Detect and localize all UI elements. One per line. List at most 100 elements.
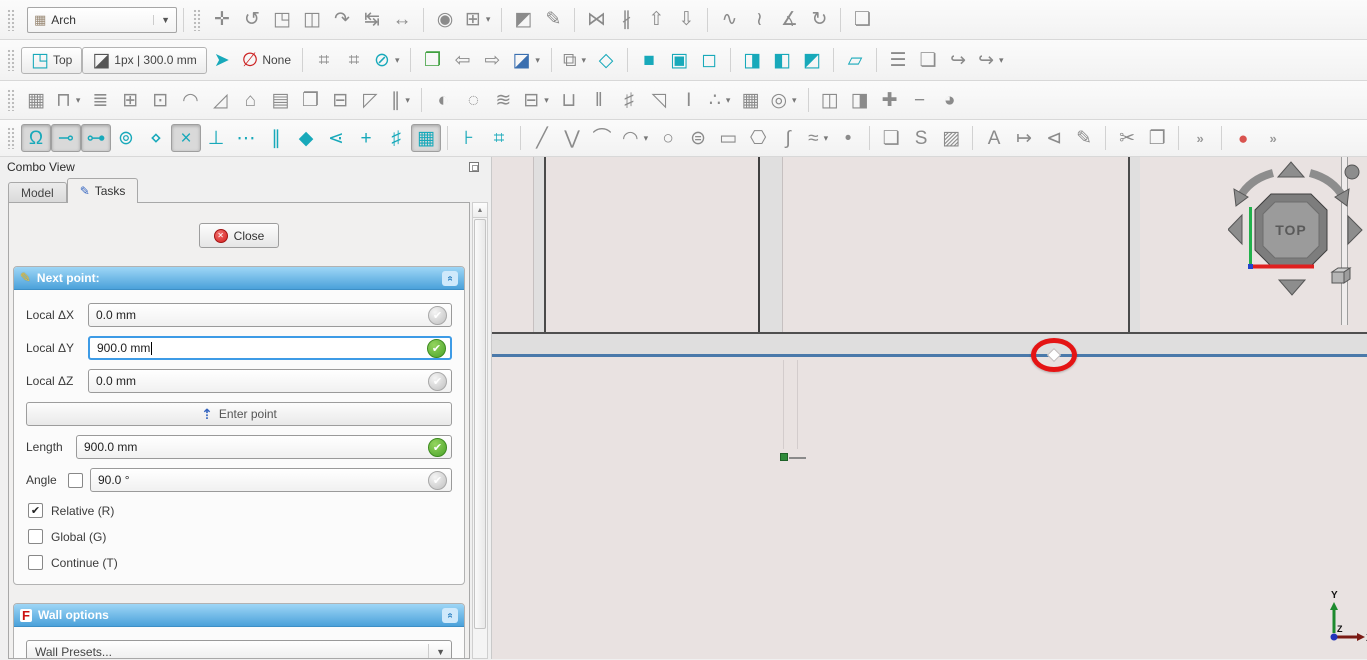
nav-arrow-left-icon[interactable] — [1228, 215, 1242, 244]
draft-rectangle-button[interactable]: ▭ — [713, 124, 743, 152]
draft-to-sketch-button[interactable]: ◩ — [508, 6, 538, 34]
wall-segment-vertical[interactable] — [758, 157, 783, 332]
arch-structure-button[interactable]: ⊓▾ — [51, 86, 85, 114]
arch-panel-dropdown[interactable]: ▾ — [544, 95, 549, 106]
wall-presets-select[interactable]: Wall Presets... ▼ — [26, 640, 452, 659]
draft-circle-button[interactable]: ○ — [653, 124, 683, 152]
draft-upgrade-button[interactable]: ⇧ — [641, 6, 671, 34]
arch-building-button[interactable]: ⌂ — [235, 86, 265, 114]
view-top-button[interactable]: ◳Top — [21, 47, 82, 74]
nav-arrow-right-icon[interactable] — [1348, 216, 1362, 244]
grid-settings-button[interactable]: ⌗ — [484, 124, 514, 152]
draft-downgrade-button[interactable]: ⇩ — [671, 6, 701, 34]
draft-label-button[interactable]: ⊲ — [1039, 124, 1069, 152]
snap-extension-button[interactable]: ⋯ — [231, 124, 261, 152]
angle-lock-checkbox[interactable] — [68, 473, 83, 488]
nav-cube-top-label[interactable]: TOP — [1275, 222, 1307, 238]
draft-trimex-button[interactable]: ↹ — [357, 6, 387, 34]
arch-remove-component-button[interactable]: − — [905, 86, 935, 114]
arch-window-button[interactable]: ⊟ — [325, 86, 355, 114]
wall-segment-horizontal[interactable] — [492, 332, 1367, 357]
snap-special-button[interactable]: + — [351, 124, 381, 152]
nav-forward-button[interactable]: ⇨ — [477, 46, 507, 74]
arch-axis-button[interactable]: ◸ — [355, 86, 385, 114]
draw-style-wireframe-button[interactable]: ◻ — [694, 46, 724, 74]
snap-grid-button[interactable]: ♯ — [381, 124, 411, 152]
panel-scrollbar[interactable]: ▲ — [472, 202, 488, 659]
draft-bspline-button[interactable]: ∫ — [773, 124, 803, 152]
toolbar-grip[interactable] — [7, 127, 15, 149]
3d-viewport[interactable]: TOP Y X Z — [492, 157, 1367, 659]
export-options-button[interactable]: ↪▾ — [973, 46, 1008, 74]
draft-bezier-button[interactable]: ≈▾ — [803, 124, 833, 152]
snap-dimensions-button[interactable]: ⊦ — [454, 124, 484, 152]
draft-array-dropdown[interactable]: ▾ — [486, 14, 491, 25]
draft-hatch-button[interactable]: ▨ — [936, 124, 966, 152]
nav-back-button[interactable]: ⇦ — [447, 46, 477, 74]
draft-dimension-button[interactable]: ↦ — [1009, 124, 1039, 152]
draft-arc-dropdown[interactable]: ▾ — [644, 133, 649, 144]
toggle-grid-button[interactable]: ▦ — [411, 124, 441, 152]
arch-pipe-tools-dropdown[interactable]: ▾ — [405, 95, 410, 106]
view-axonometric-button[interactable]: ◪▾ — [507, 46, 544, 74]
draft-mirror-button[interactable]: ◫ — [297, 6, 327, 34]
arch-space-button[interactable]: ◌ — [458, 86, 488, 114]
open-folder-button[interactable]: ❏ — [913, 46, 943, 74]
toolbar-overflow-left-button[interactable]: » — [1185, 124, 1215, 152]
draft-join-button[interactable]: ⋈ — [581, 6, 611, 34]
arch-equipment-button[interactable]: ⊔ — [554, 86, 584, 114]
draw-style-as-is-button[interactable]: ■ — [634, 46, 664, 74]
arch-cut-line-button[interactable]: ◨ — [845, 86, 875, 114]
navigation-cube[interactable]: TOP — [1228, 159, 1367, 299]
edit-cut-button[interactable]: ✂ — [1112, 124, 1142, 152]
draft-move-button[interactable]: ✛ — [207, 6, 237, 34]
enter-point-button[interactable]: ⇡ Enter point — [26, 402, 452, 426]
wall-segment-vertical[interactable] — [1128, 157, 1140, 332]
draw-style-points-button[interactable]: ▣ — [664, 46, 694, 74]
wall-options-header[interactable]: F Wall options » — [14, 604, 464, 627]
snap-working-plane-button[interactable]: ◆ — [291, 124, 321, 152]
arch-curtain-wall-button[interactable]: ⊞ — [115, 86, 145, 114]
draft-edit-button[interactable]: ◉ — [430, 6, 460, 34]
share-export-button[interactable]: ↪ — [943, 46, 973, 74]
draft-split-button[interactable]: ∦ — [611, 6, 641, 34]
snap-parallel-button[interactable]: ∥ — [261, 124, 291, 152]
local-dz-input[interactable]: 0.0 mm ✔ — [88, 369, 452, 393]
macro-record-button[interactable]: ● — [1228, 124, 1258, 152]
draft-facebinder-button[interactable]: ❏ — [876, 124, 906, 152]
toolbar-overflow-right-button[interactable]: » — [1258, 124, 1288, 152]
draw-style-hidden-line-button[interactable]: ◨ — [737, 46, 767, 74]
scrollbar-up-arrow[interactable]: ▲ — [473, 203, 487, 218]
arch-profile-beam-button[interactable]: I — [674, 86, 704, 114]
toolbar-grip[interactable] — [7, 9, 15, 31]
export-options-dropdown[interactable]: ▾ — [999, 55, 1004, 66]
draft-ellipse-button[interactable]: ⊜ — [683, 124, 713, 152]
nav-rotate-cw-icon[interactable] — [1310, 173, 1343, 197]
draft-shapestring-button[interactable]: S — [906, 124, 936, 152]
toolbar-grip[interactable] — [7, 89, 15, 111]
arch-profile-button[interactable]: ⊡ — [145, 86, 175, 114]
draft-scale-button[interactable]: ◳ — [267, 6, 297, 34]
arch-add-component-button[interactable]: ✚ — [875, 86, 905, 114]
arch-reference-button[interactable]: ❐ — [295, 86, 325, 114]
arch-site-button[interactable]: ◠ — [175, 86, 205, 114]
arch-pipe-dropdown[interactable]: ▾ — [792, 95, 797, 106]
view-isometric-wire-button[interactable]: ◇ — [591, 46, 621, 74]
snap-angle-button[interactable]: ⋄ — [141, 124, 171, 152]
snap-lock-button[interactable]: Ω — [21, 124, 51, 152]
snap-intersection-button[interactable]: × — [171, 124, 201, 152]
arch-stairs-button[interactable]: ≋ — [488, 86, 518, 114]
arch-material-dropdown[interactable]: ▾ — [726, 95, 731, 106]
draw-style-shaded-button[interactable]: ◩ — [797, 46, 827, 74]
clipping-toggle-button[interactable]: ⊘▾ — [369, 46, 404, 74]
draft-point-button[interactable]: • — [833, 124, 863, 152]
close-button[interactable]: ✕ Close — [199, 223, 279, 248]
angle-input[interactable]: 90.0 ° ✔ — [90, 468, 452, 492]
measure-distance-button[interactable]: ▱ — [840, 46, 870, 74]
arch-fence-button[interactable]: ♯ — [614, 86, 644, 114]
snap-perpendicular-button[interactable]: ⊥ — [201, 124, 231, 152]
arch-schedule-button[interactable]: ▤ — [265, 86, 295, 114]
nav-rotate-ccw-icon[interactable] — [1240, 173, 1273, 197]
tab-model[interactable]: Model — [8, 182, 67, 203]
local-dx-input[interactable]: 0.0 mm ✔ — [88, 303, 452, 327]
